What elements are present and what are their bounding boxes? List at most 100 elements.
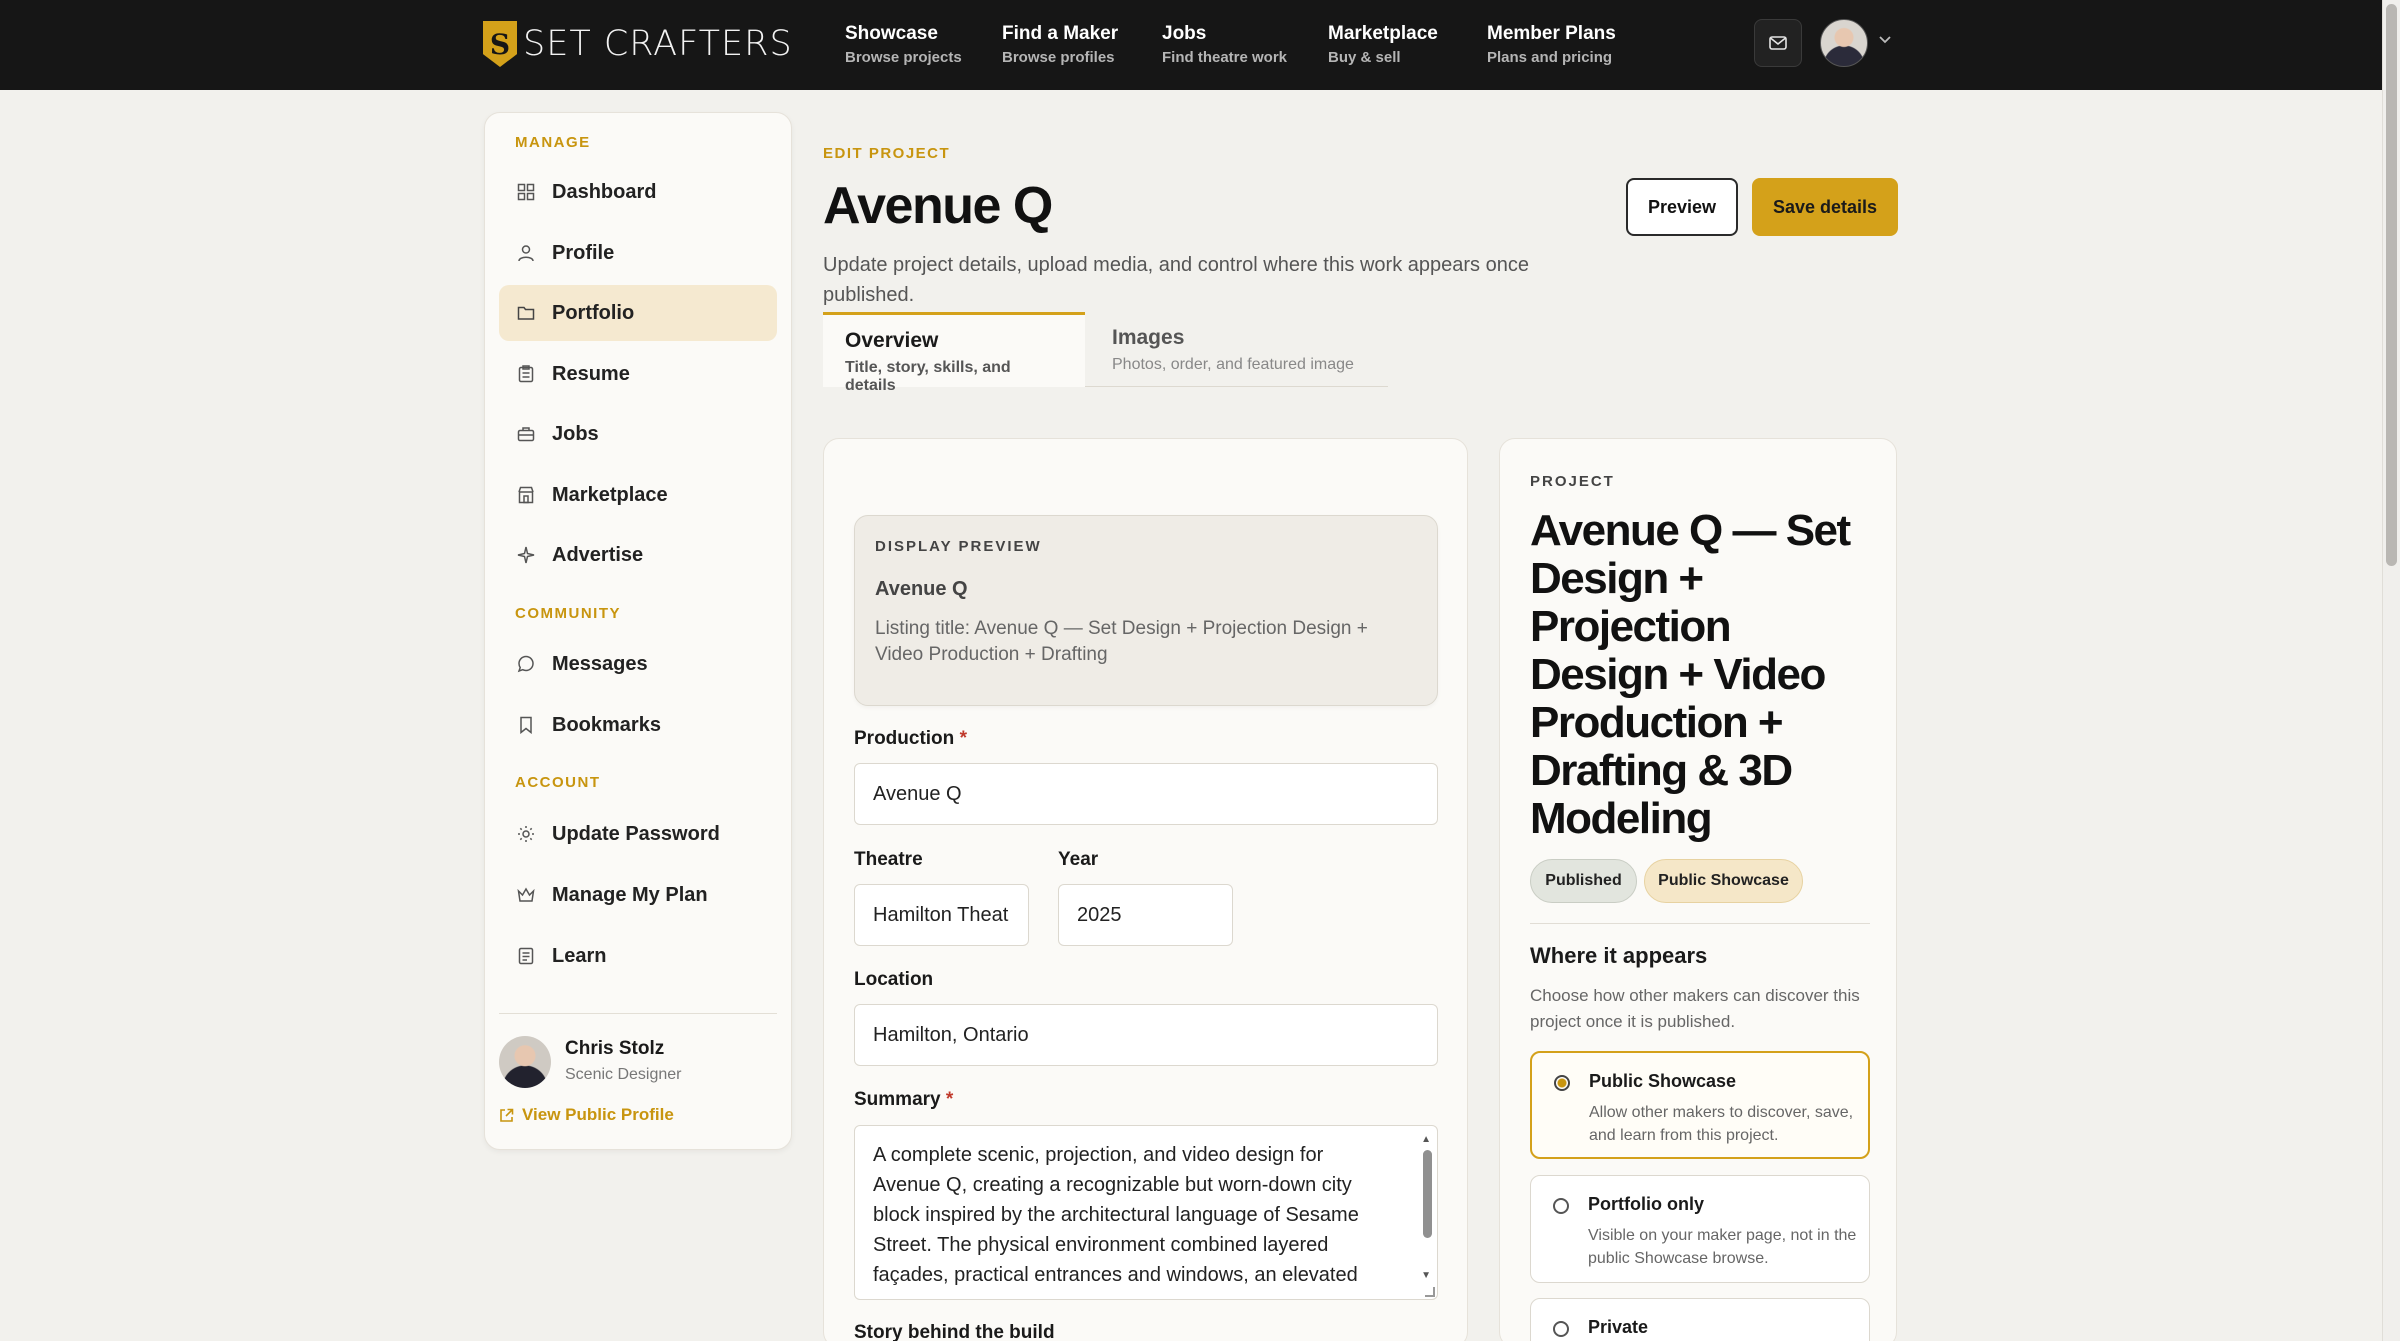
user-name: Chris Stolz xyxy=(565,1038,665,1059)
option-title: Portfolio only xyxy=(1588,1194,1704,1214)
sidebar-section-manage: MANAGE xyxy=(515,134,591,151)
logo-shield-icon: S xyxy=(483,21,517,67)
sidebar-item-manage-my-plan[interactable]: Manage My Plan xyxy=(499,867,777,923)
sidebar-divider xyxy=(499,1013,777,1014)
nav-title: Find a Maker xyxy=(1002,23,1119,44)
user-role: Scenic Designer xyxy=(565,1066,682,1083)
sidebar-item-bookmarks[interactable]: Bookmarks xyxy=(499,697,777,753)
sidebar-item-update-password[interactable]: Update Password xyxy=(499,806,777,862)
sidebar-item-jobs[interactable]: Jobs xyxy=(499,406,777,462)
sidebar-item-label: Dashboard xyxy=(552,180,657,203)
nav-subtitle: Buy & sell xyxy=(1328,49,1401,66)
nav-subtitle: Browse projects xyxy=(845,49,962,66)
user-icon xyxy=(516,243,536,263)
nav-marketplace[interactable]: Marketplace Buy & sell xyxy=(1328,23,1438,66)
sidebar-item-profile[interactable]: Profile xyxy=(499,225,777,281)
summary-label-text: Summary xyxy=(854,1089,941,1110)
required-mark: * xyxy=(959,728,967,749)
nav-title: Jobs xyxy=(1162,23,1207,44)
display-preview-box: DISPLAY PREVIEW Avenue Q Listing title: … xyxy=(854,515,1438,706)
external-link-icon xyxy=(500,1108,514,1122)
sidebar-item-advertise[interactable]: Advertise xyxy=(499,527,777,583)
nav-subtitle: Find theatre work xyxy=(1162,49,1288,66)
briefcase-icon xyxy=(516,424,536,444)
nav-showcase[interactable]: Showcase Browse projects xyxy=(845,23,962,66)
nav-find-a-maker[interactable]: Find a Maker Browse profiles xyxy=(1002,23,1118,66)
nav-subtitle: Browse profiles xyxy=(1002,49,1115,66)
mail-button[interactable] xyxy=(1754,19,1802,67)
project-divider xyxy=(1530,923,1870,924)
radio-unselected[interactable] xyxy=(1553,1198,1569,1214)
tab-title: Overview xyxy=(845,329,939,352)
summary-textarea[interactable]: A complete scenic, projection, and video… xyxy=(854,1125,1438,1300)
display-preview-eyebrow: DISPLAY PREVIEW xyxy=(875,538,1042,555)
theatre-field[interactable]: Hamilton Theat xyxy=(854,884,1029,946)
display-preview-listing: Listing title: Avenue Q — Set Design + P… xyxy=(875,618,1368,665)
production-field[interactable]: Avenue Q xyxy=(854,763,1438,825)
sidebar-item-learn[interactable]: Learn xyxy=(499,928,777,984)
production-label-text: Production xyxy=(854,728,955,749)
sidebar-section-community: COMMUNITY xyxy=(515,605,621,622)
visibility-option-private[interactable]: Private xyxy=(1530,1298,1870,1341)
page-description: Update project details, upload media, an… xyxy=(823,254,1529,306)
tab-overview[interactable]: Overview Title, story, skills, and detai… xyxy=(823,312,1085,394)
nav-jobs[interactable]: Jobs Find theatre work xyxy=(1162,23,1287,66)
option-title: Private xyxy=(1588,1317,1649,1337)
view-public-profile-link[interactable]: View Public Profile xyxy=(499,1105,674,1125)
year-field[interactable]: 2025 xyxy=(1058,884,1233,946)
sidebar-item-label: Jobs xyxy=(552,422,599,445)
sidebar-item-portfolio[interactable]: Portfolio xyxy=(499,285,777,341)
page-title: Avenue Q xyxy=(823,177,1053,235)
logo-text: SET CRAFTERS xyxy=(523,24,793,64)
status-badge-published: Published xyxy=(1530,859,1637,903)
tab-subtitle: Title, story, skills, and details xyxy=(845,359,1011,394)
radio-unselected[interactable] xyxy=(1553,1321,1569,1337)
project-title: Avenue Q — Set Design + Projection Desig… xyxy=(1530,506,1851,843)
site-logo[interactable]: S SET CRAFTERS xyxy=(483,20,793,68)
resize-handle[interactable] xyxy=(1425,1287,1435,1297)
sidebar-item-label: Advertise xyxy=(552,543,644,566)
production-label: Production * xyxy=(854,728,967,750)
textarea-scrollbar[interactable] xyxy=(1423,1150,1432,1238)
nav-title: Showcase xyxy=(845,23,938,44)
radio-selected[interactable] xyxy=(1554,1075,1570,1091)
where-it-appears-heading: Where it appears xyxy=(1530,943,1708,968)
sidebar-item-label: Learn xyxy=(552,944,607,967)
user-avatar[interactable] xyxy=(1820,19,1868,67)
sidebar-item-resume[interactable]: Resume xyxy=(499,346,777,402)
page-scrollbar[interactable] xyxy=(2382,0,2400,1341)
location-field[interactable]: Hamilton, Ontario xyxy=(854,1004,1438,1066)
tab-images[interactable]: Images Photos, order, and featured image xyxy=(1090,312,1388,387)
sidebar-item-label: Resume xyxy=(552,362,630,385)
view-public-profile-label: View Public Profile xyxy=(522,1105,674,1124)
visibility-option-portfolio-only[interactable]: Portfolio only Visible on your maker pag… xyxy=(1530,1175,1870,1283)
option-title: Public Showcase xyxy=(1589,1071,1737,1091)
theatre-label: Theatre xyxy=(854,849,923,870)
clipboard-icon xyxy=(516,364,536,384)
sidebar-item-marketplace[interactable]: Marketplace xyxy=(499,467,777,523)
nav-title: Marketplace xyxy=(1328,23,1438,44)
sidebar-item-dashboard[interactable]: Dashboard xyxy=(499,164,777,220)
scroll-up-icon[interactable]: ▲ xyxy=(1421,1134,1431,1145)
summary-text: A complete scenic, projection, and video… xyxy=(873,1144,1359,1286)
story-label: Story behind the build xyxy=(854,1322,1055,1341)
sparkle-icon xyxy=(516,545,536,565)
save-details-button[interactable]: Save details xyxy=(1752,178,1898,236)
nav-member-plans[interactable]: Member Plans Plans and pricing xyxy=(1487,23,1616,66)
project-eyebrow: PROJECT xyxy=(1530,473,1615,490)
visibility-option-public-showcase[interactable]: Public Showcase Allow other makers to di… xyxy=(1530,1051,1870,1159)
preview-button[interactable]: Preview xyxy=(1626,178,1738,236)
folder-icon xyxy=(516,303,536,323)
project-form-card: DISPLAY PREVIEW Avenue Q Listing title: … xyxy=(823,438,1468,1341)
chevron-down-icon[interactable] xyxy=(1878,33,1892,47)
summary-label: Summary * xyxy=(854,1089,953,1111)
project-summary-card: PROJECT Avenue Q — Set Design + Projecti… xyxy=(1499,438,1897,1341)
avatar xyxy=(499,1036,551,1088)
gear-icon xyxy=(516,824,536,844)
option-description: Allow other makers to discover, save, an… xyxy=(1589,1104,1854,1144)
book-icon xyxy=(516,946,536,966)
scroll-down-icon[interactable]: ▼ xyxy=(1421,1270,1431,1281)
page-scrollbar-thumb[interactable] xyxy=(2386,4,2397,566)
nav-title: Member Plans xyxy=(1487,23,1616,44)
sidebar-item-messages[interactable]: Messages xyxy=(499,636,777,692)
